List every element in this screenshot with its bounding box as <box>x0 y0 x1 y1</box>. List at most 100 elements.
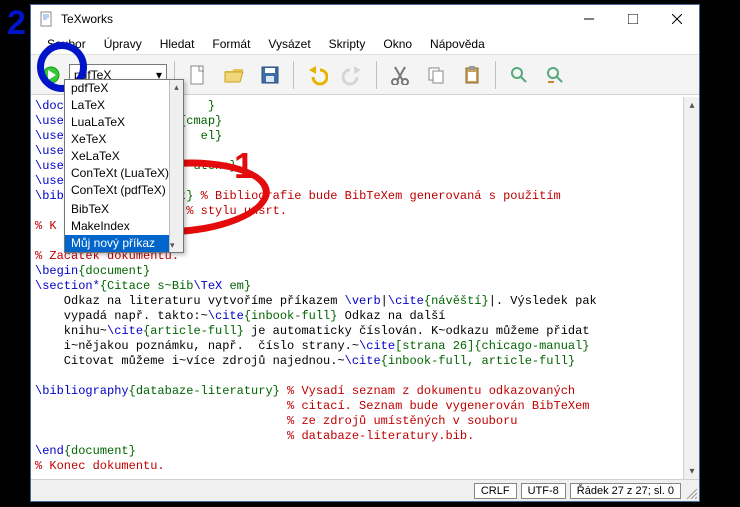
open-folder-icon <box>223 64 245 86</box>
code-token: \cite <box>359 339 395 353</box>
scroll-down-icon[interactable]: ▾ <box>684 463 700 479</box>
close-button[interactable] <box>655 5 699 33</box>
code-token: {inbook-full, article-full} <box>381 354 575 368</box>
code-text: Odkaz na literaturu vytvoříme příkazem <box>35 294 345 308</box>
typeset-engine-dropdown[interactable]: pdfTeX LaTeX LuaLaTeX XeTeX XeLaTeX ConT… <box>64 79 184 253</box>
dropdown-item[interactable]: MakeIndex <box>65 218 183 235</box>
undo-icon <box>306 64 328 86</box>
resize-grip-icon[interactable] <box>685 487 697 499</box>
annotation-number-2: 2 <box>7 4 26 43</box>
code-token: [strana 26]{chicago-manual} <box>395 339 589 353</box>
run-icon <box>41 65 61 85</box>
status-cursor-pos: Řádek 27 z 27; sl. 0 <box>570 483 681 499</box>
dropdown-item-selected[interactable]: Můj nový příkaz <box>65 235 183 252</box>
code-token: \cite <box>208 309 244 323</box>
menu-vysazet[interactable]: Vysázet <box>260 35 318 53</box>
code-token: \bibliography <box>35 384 129 398</box>
code-token: \end <box>35 444 64 458</box>
redo-icon <box>342 64 364 86</box>
save-icon <box>259 64 281 86</box>
code-token: \TeX <box>193 279 222 293</box>
menu-format[interactable]: Formát <box>204 35 258 53</box>
dropdown-item[interactable]: pdfTeX <box>65 80 183 97</box>
code-comment: % Bibliografie bude BibTeXem generovaná … <box>201 189 561 203</box>
code-comment: % stylu unsrt. <box>186 204 287 218</box>
code-token: {document} <box>78 264 150 278</box>
code-text: vypadá např. takto:~ <box>35 309 208 323</box>
code-comment: % Konec dokumentu. <box>35 459 165 473</box>
code-token: el} <box>201 129 223 143</box>
code-text: Odkaz na další <box>337 309 445 323</box>
dropdown-item[interactable]: ConTeXt (LuaTeX) <box>65 165 183 182</box>
dropdown-scrollbar[interactable]: ▴ ▾ <box>169 80 183 252</box>
find-button[interactable] <box>503 59 535 91</box>
code-token: utenc} <box>193 159 236 173</box>
dropdown-item[interactable]: BibTeX <box>65 201 183 218</box>
redo-button[interactable] <box>337 59 369 91</box>
toolbar-separator <box>495 61 496 89</box>
undo-button[interactable] <box>301 59 333 91</box>
code-token: {article-full} <box>143 324 244 338</box>
code-token: \use <box>35 159 64 173</box>
code-token: {Citace s~Bib <box>100 279 194 293</box>
vertical-scrollbar[interactable]: ▴ ▾ <box>683 97 699 479</box>
copy-icon <box>426 65 446 85</box>
toolbar-separator <box>376 61 377 89</box>
code-text: je automaticky číslován. K~odkazu můžeme… <box>244 324 590 338</box>
dropdown-item[interactable]: XeLaTeX <box>65 148 183 165</box>
save-button[interactable] <box>254 59 286 91</box>
menu-okno[interactable]: Okno <box>375 35 420 53</box>
code-token: {inbook-full} <box>244 309 338 323</box>
menu-upravy[interactable]: Úpravy <box>96 35 150 53</box>
dropdown-item[interactable]: XeTeX <box>65 131 183 148</box>
code-text: Citovat můžeme i~více zdrojů najednou.~ <box>35 354 345 368</box>
cut-icon <box>390 65 410 85</box>
open-button[interactable] <box>218 59 250 91</box>
toolbar-separator <box>293 61 294 89</box>
new-file-button[interactable] <box>182 59 214 91</box>
status-encoding[interactable]: UTF-8 <box>521 483 566 499</box>
scroll-up-icon[interactable]: ▴ <box>684 97 700 113</box>
scroll-up-icon[interactable]: ▴ <box>170 80 183 94</box>
dropdown-item[interactable]: LuaLaTeX <box>65 114 183 131</box>
dropdown-item[interactable]: ConTeXt (pdfTeX) <box>65 182 183 199</box>
code-token: \verb <box>345 294 381 308</box>
minimize-button[interactable] <box>567 5 611 33</box>
paste-icon <box>462 65 482 85</box>
menu-hledat[interactable]: Hledat <box>152 35 203 53</box>
code-token: \cite <box>345 354 381 368</box>
code-comment: % ze zdrojů umístěných v souboru <box>287 414 517 428</box>
copy-button[interactable] <box>420 59 452 91</box>
code-text: |. Výsledek pak <box>489 294 597 308</box>
code-token: \begin <box>35 264 78 278</box>
code-comment: % K <box>35 219 57 233</box>
paste-button[interactable] <box>456 59 488 91</box>
code-token: } <box>208 99 215 113</box>
statusbar: CRLF UTF-8 Řádek 27 z 27; sl. 0 <box>31 479 699 501</box>
code-token: \cite <box>107 324 143 338</box>
titlebar: TeXworks <box>31 5 699 33</box>
app-window: TeXworks Soubor Úpravy Hledat Formát Vys… <box>30 4 700 502</box>
menu-napoveda[interactable]: Nápověda <box>422 35 493 53</box>
code-comment: % Vysadí seznam z dokumentu odkazovaných <box>280 384 575 398</box>
code-token: {document} <box>64 444 136 458</box>
menu-skripty[interactable]: Skripty <box>321 35 374 53</box>
code-text: | <box>381 294 388 308</box>
code-text: knihu~ <box>35 324 107 338</box>
status-lineending[interactable]: CRLF <box>474 483 517 499</box>
window-title: TeXworks <box>61 12 567 26</box>
menu-soubor[interactable]: Soubor <box>39 35 94 53</box>
typeset-run-button[interactable] <box>37 61 65 89</box>
menubar: Soubor Úpravy Hledat Formát Vysázet Skri… <box>31 33 699 55</box>
find-icon <box>509 65 529 85</box>
cut-button[interactable] <box>384 59 416 91</box>
replace-icon <box>545 65 565 85</box>
dropdown-item[interactable]: LaTeX <box>65 97 183 114</box>
code-comment: % citací. Seznam bude vygenerován BibTeX… <box>287 399 589 413</box>
scroll-down-icon[interactable]: ▾ <box>170 238 175 252</box>
code-text: i~nějakou poznámku, např. číslo strany.~ <box>35 339 359 353</box>
replace-button[interactable] <box>539 59 571 91</box>
maximize-button[interactable] <box>611 5 655 33</box>
new-file-icon <box>187 64 209 86</box>
code-token: {databaze-literatury} <box>129 384 280 398</box>
